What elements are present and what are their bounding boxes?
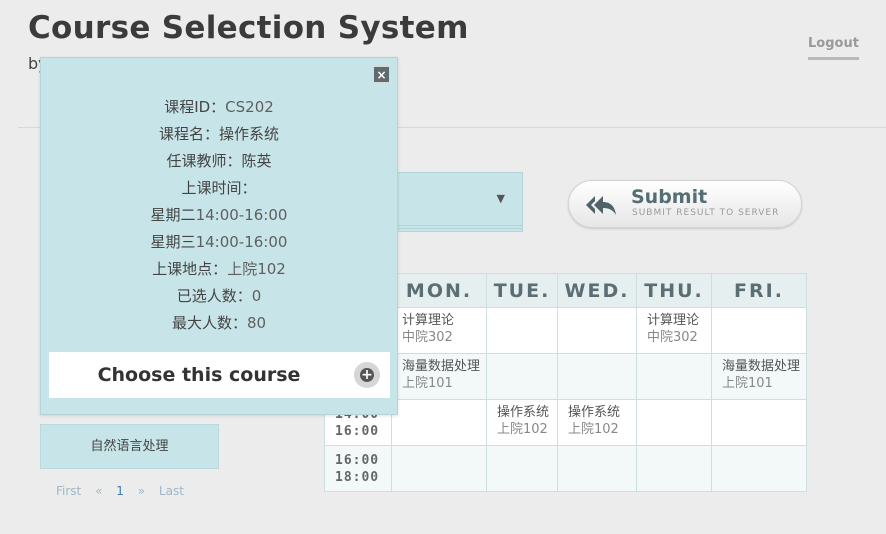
course-cell[interactable] xyxy=(711,445,807,492)
course-cell[interactable] xyxy=(391,445,487,492)
day-header-mon: MON. xyxy=(391,273,487,308)
close-icon[interactable]: × xyxy=(373,66,390,83)
time-label: 上课时间： xyxy=(181,179,257,197)
course-cell[interactable] xyxy=(557,445,637,492)
submit-sublabel: SUBMIT RESULT TO SERVER xyxy=(632,208,780,218)
teacher-value: 陈英 xyxy=(241,152,272,170)
course-id-row: 课程ID：CS202 xyxy=(41,94,397,121)
course-name-value: 操作系统 xyxy=(219,125,280,143)
course-cell[interactable] xyxy=(557,353,637,400)
course-name: 海量数据处理 xyxy=(402,359,481,374)
day-header-tue: TUE. xyxy=(486,273,558,308)
teacher-row: 任课教师：陈英 xyxy=(41,148,397,175)
course-cell[interactable] xyxy=(391,399,487,446)
course-cell[interactable] xyxy=(636,445,712,492)
enrolled-label: 已选人数： xyxy=(176,287,252,305)
course-room: 上院101 xyxy=(402,376,453,391)
course-name-row: 课程名：操作系统 xyxy=(41,121,397,148)
submit-button[interactable]: Submit SUBMIT RESULT TO SERVER xyxy=(568,180,802,228)
course-name: 计算理论 xyxy=(402,313,455,328)
table-row: 16:00 18:00 xyxy=(324,445,807,492)
location-label: 上课地点： xyxy=(152,260,228,278)
time-label-row: 上课时间： xyxy=(41,175,397,202)
course-id-label: 课程ID： xyxy=(164,98,226,116)
time-slot-cell: 16:00 18:00 xyxy=(324,445,392,492)
plus-circle-icon: + xyxy=(354,362,380,388)
course-room: 中院302 xyxy=(647,330,698,345)
course-cell[interactable] xyxy=(711,307,807,354)
course-cell[interactable]: 计算理论中院302 xyxy=(391,307,487,354)
course-cell[interactable]: 操作系统上院102 xyxy=(557,399,637,446)
pager-next[interactable]: » xyxy=(138,484,145,498)
time-1-day: 星期二 xyxy=(150,206,196,224)
day-header-fri: FRI. xyxy=(711,273,807,308)
course-room: 上院102 xyxy=(497,422,548,437)
time-slot-2: 星期三14:00-16:00 xyxy=(41,229,397,256)
course-cell[interactable]: 操作系统上院102 xyxy=(486,399,558,446)
day-header-wed: WED. xyxy=(557,273,637,308)
enrolled-row: 已选人数：0 xyxy=(41,283,397,310)
logout-link[interactable]: Logout xyxy=(808,36,859,60)
pager-first[interactable]: First xyxy=(56,484,81,498)
course-cell[interactable]: 海量数据处理 上院101 xyxy=(391,353,487,400)
course-room: 上院101 xyxy=(722,376,773,391)
max-row: 最大人数：80 xyxy=(41,310,397,337)
course-cell[interactable] xyxy=(557,307,637,354)
location-value: 上院102 xyxy=(227,260,286,278)
course-cell[interactable]: 海量数据处理 上院101 xyxy=(711,353,807,400)
course-cell[interactable] xyxy=(636,353,712,400)
pager-current-page[interactable]: 1 xyxy=(116,484,124,498)
time-end: 16:00 xyxy=(335,424,380,439)
course-cell[interactable] xyxy=(711,399,807,446)
course-name-label: 课程名： xyxy=(158,125,219,143)
reply-all-icon xyxy=(586,196,616,215)
course-room: 中院302 xyxy=(402,330,453,345)
submit-label: Submit xyxy=(631,186,708,208)
course-room: 上院102 xyxy=(568,422,619,437)
choose-course-button[interactable]: Choose this course + xyxy=(49,352,390,398)
chevron-down-icon[interactable]: ▼ xyxy=(497,192,505,205)
choose-course-label: Choose this course xyxy=(97,364,301,386)
teacher-label: 任课教师： xyxy=(166,152,242,170)
time-2-range: 14:00-16:00 xyxy=(195,233,288,251)
course-cell[interactable] xyxy=(486,353,558,400)
time-end: 18:00 xyxy=(335,470,380,485)
course-name: 操作系统 xyxy=(497,405,550,420)
course-detail-popover: × 课程ID：CS202 课程名：操作系统 任课教师：陈英 上课时间： 星期二1… xyxy=(40,57,398,415)
course-cell[interactable]: 计算理论中院302 xyxy=(636,307,712,354)
course-name: 操作系统 xyxy=(568,405,621,420)
course-list-item[interactable]: 自然语言处理 xyxy=(40,424,219,469)
course-name: 海量数据处理 xyxy=(722,359,801,374)
course-name: 计算理论 xyxy=(647,313,700,328)
location-row: 上课地点：上院102 xyxy=(41,256,397,283)
enrolled-value: 0 xyxy=(251,287,262,305)
pager-prev[interactable]: « xyxy=(95,484,102,498)
course-id-value: CS202 xyxy=(225,98,274,116)
course-select-dropdown[interactable]: ▼ xyxy=(396,172,523,232)
max-label: 最大人数： xyxy=(171,314,247,332)
course-info: 课程ID：CS202 课程名：操作系统 任课教师：陈英 上课时间： 星期二14:… xyxy=(41,94,397,337)
max-value: 80 xyxy=(246,314,267,332)
time-start: 16:00 xyxy=(335,453,380,468)
time-1-range: 14:00-16:00 xyxy=(195,206,288,224)
day-header-thu: THU. xyxy=(636,273,712,308)
course-cell[interactable] xyxy=(486,307,558,354)
course-cell[interactable] xyxy=(486,445,558,492)
course-cell[interactable] xyxy=(636,399,712,446)
time-2-day: 星期三 xyxy=(150,233,196,251)
page-title: Course Selection System xyxy=(28,10,469,46)
pagination: First « 1 » Last xyxy=(56,484,194,498)
pager-last[interactable]: Last xyxy=(159,484,184,498)
time-slot-1: 星期二14:00-16:00 xyxy=(41,202,397,229)
